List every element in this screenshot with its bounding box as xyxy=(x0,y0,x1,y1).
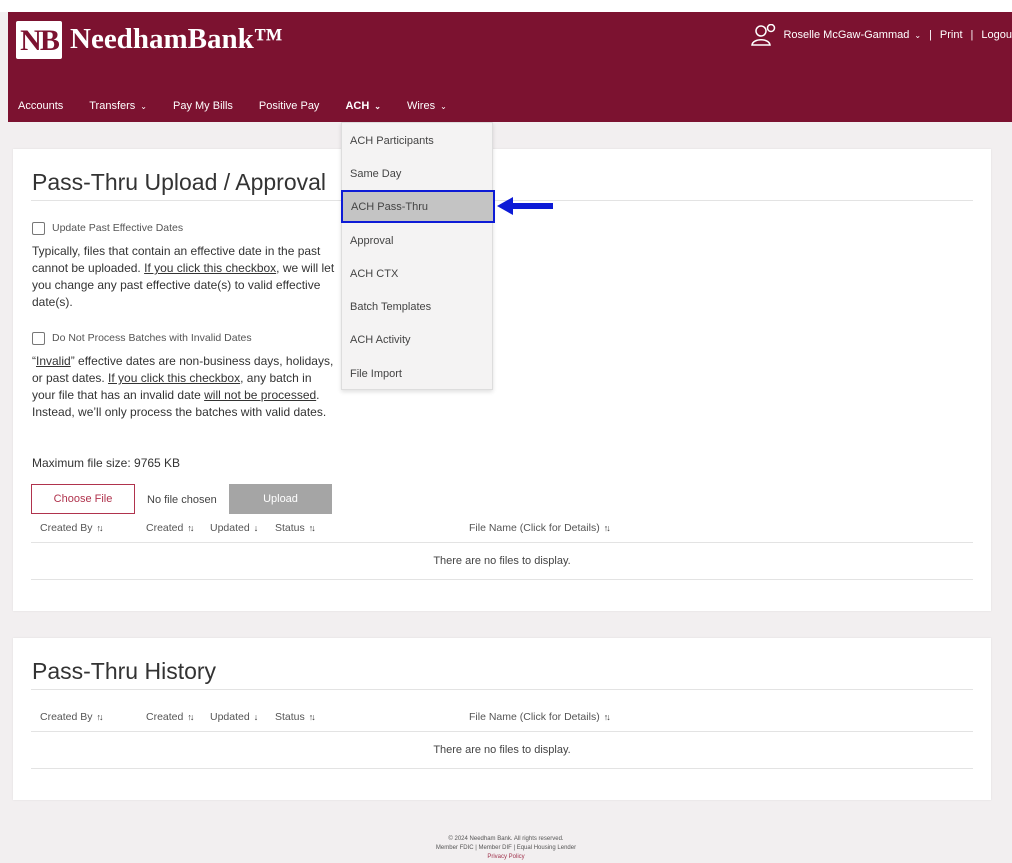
chevron-down-icon: ⌄ xyxy=(440,101,447,111)
section-title: Pass-Thru History xyxy=(32,658,217,684)
checkbox-label[interactable]: Update Past Effective Dates xyxy=(52,220,183,237)
divider xyxy=(31,579,973,580)
logo-mark[interactable]: NB xyxy=(16,21,62,59)
skip-invalid-dates-checkbox[interactable] xyxy=(32,332,45,345)
column-created[interactable]: Created ↑↓ xyxy=(146,711,194,723)
nav-accounts[interactable]: Accounts xyxy=(18,98,63,114)
chevron-down-icon: ⌄ xyxy=(374,101,381,111)
column-created[interactable]: Created ↑↓ xyxy=(146,522,194,534)
menu-item-approval[interactable]: Approval xyxy=(342,224,492,257)
pointer-arrow-icon xyxy=(497,197,553,215)
column-updated[interactable]: Updated ↓ xyxy=(210,711,258,723)
divider xyxy=(31,689,973,690)
main-nav: Accounts Transfers ⌄ Pay My Bills Positiv… xyxy=(18,98,473,114)
chevron-down-icon[interactable]: ⌄ xyxy=(914,31,921,40)
checkbox-label[interactable]: Do Not Process Batches with Invalid Date… xyxy=(52,330,252,347)
table-header-divider xyxy=(31,542,973,543)
logout-link[interactable]: Logou xyxy=(981,29,1012,41)
nav-transfers[interactable]: Transfers ⌄ xyxy=(89,98,147,114)
sort-icon: ↑↓ xyxy=(603,712,611,722)
user-icon[interactable] xyxy=(751,24,777,46)
logo-text[interactable]: NeedhamBank™ xyxy=(70,21,283,57)
divider: | xyxy=(970,29,974,41)
option-description: “Invalid” effective dates are non-busine… xyxy=(32,354,334,419)
chevron-down-icon: ⌄ xyxy=(140,101,147,111)
option-skip-invalid-dates: Do Not Process Batches with Invalid Date… xyxy=(32,330,337,421)
ach-dropdown-menu: ACH Participants Same Day ACH Pass-Thru … xyxy=(341,122,495,390)
sort-icon: ↑↓ xyxy=(308,712,316,722)
user-area: Roselle McGaw-Gammad ⌄ | Print | Logou xyxy=(751,24,1012,46)
file-status: No file chosen xyxy=(147,494,217,506)
divider: | xyxy=(929,29,932,41)
sort-icon: ↑↓ xyxy=(308,523,316,533)
sort-icon: ↑↓ xyxy=(96,712,104,722)
empty-message: There are no files to display. xyxy=(433,555,571,567)
sort-icon: ↑↓ xyxy=(603,523,611,533)
column-status[interactable]: Status ↑↓ xyxy=(275,522,316,534)
upload-card: Pass-Thru Upload / Approval Update Past … xyxy=(13,149,991,611)
menu-item-ach-participants[interactable]: ACH Participants xyxy=(342,124,492,157)
history-card: Pass-Thru History Created By ↑↓ Created ↑↓… xyxy=(13,638,991,800)
empty-message: There are no files to display. xyxy=(433,744,571,756)
max-file-size: Maximum file size: 9765 KB xyxy=(32,456,181,470)
column-updated[interactable]: Updated ↓ xyxy=(210,522,258,534)
choose-file-button[interactable]: Choose File xyxy=(31,484,135,514)
nav-ach[interactable]: ACH ⌄ xyxy=(345,98,381,114)
column-file-name[interactable]: File Name (Click for Details) ↑↓ xyxy=(469,711,611,723)
menu-item-file-import[interactable]: File Import xyxy=(342,357,492,390)
update-past-dates-checkbox[interactable] xyxy=(32,222,45,235)
divider xyxy=(31,768,973,769)
copyright: © 2024 Needham Bank. All rights reserved… xyxy=(448,836,564,842)
privacy-policy-link[interactable]: Privacy Policy xyxy=(0,853,1012,862)
footer: © 2024 Needham Bank. All rights reserved… xyxy=(0,835,1012,862)
page-title: Pass-Thru Upload / Approval xyxy=(32,169,327,195)
menu-item-same-day[interactable]: Same Day xyxy=(342,157,492,190)
column-created-by[interactable]: Created By ↑↓ xyxy=(40,711,104,723)
upload-button[interactable]: Upload xyxy=(229,484,332,514)
site-header: NB NeedhamBank™ Roselle McGaw-Gammad ⌄ |… xyxy=(8,12,1012,122)
sort-icon: ↑↓ xyxy=(96,523,104,533)
top-strip xyxy=(0,0,1012,12)
sort-icon: ↑↓ xyxy=(187,712,194,722)
menu-item-ach-ctx[interactable]: ACH CTX xyxy=(342,257,492,290)
nav-pay-my-bills[interactable]: Pay My Bills xyxy=(173,98,233,114)
option-description: Typically, files that contain an effecti… xyxy=(32,244,335,309)
nav-positive-pay[interactable]: Positive Pay xyxy=(259,98,320,114)
column-status[interactable]: Status ↑↓ xyxy=(275,711,316,723)
sort-desc-icon: ↓ xyxy=(253,523,258,533)
nav-wires[interactable]: Wires ⌄ xyxy=(407,98,447,114)
menu-item-batch-templates[interactable]: Batch Templates xyxy=(342,290,492,323)
sort-desc-icon: ↓ xyxy=(253,712,258,722)
print-link[interactable]: Print xyxy=(940,29,963,41)
column-created-by[interactable]: Created By ↑↓ xyxy=(40,522,104,534)
member-info: Member FDIC | Member DIF | Equal Housing… xyxy=(435,845,577,851)
table-header-divider xyxy=(31,731,973,732)
user-name[interactable]: Roselle McGaw-Gammad xyxy=(783,29,909,41)
menu-item-ach-activity[interactable]: ACH Activity xyxy=(342,323,492,356)
column-file-name[interactable]: File Name (Click for Details) ↑↓ xyxy=(469,522,611,534)
menu-item-ach-pass-thru[interactable]: ACH Pass-Thru xyxy=(341,190,495,223)
option-update-past-dates: Update Past Effective Dates Typically, f… xyxy=(32,220,337,311)
sort-icon: ↑↓ xyxy=(187,523,194,533)
